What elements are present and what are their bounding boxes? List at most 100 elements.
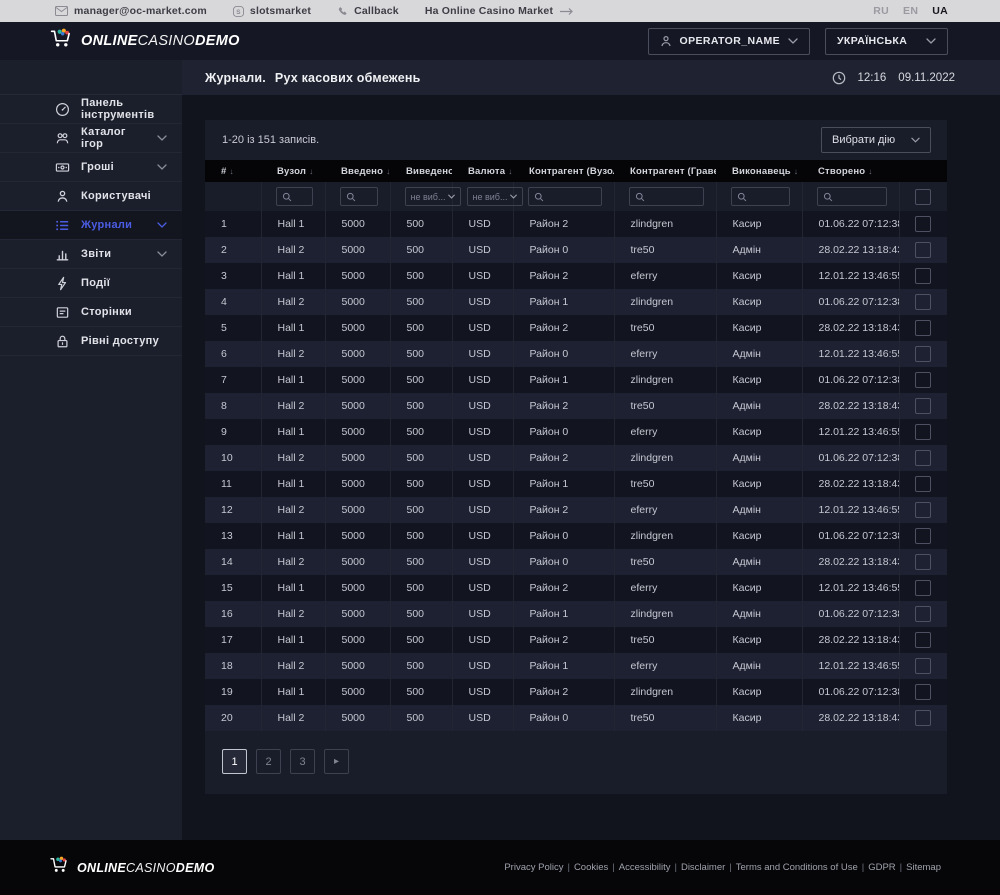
cell-counterparty-player: tre50	[614, 393, 717, 419]
row-checkbox[interactable]	[915, 346, 932, 362]
cell-node: Hall 2	[261, 705, 326, 731]
row-checkbox[interactable]	[915, 710, 932, 726]
language-ru[interactable]: RU	[873, 5, 889, 17]
column-header-executor[interactable]: Виконавець ↓	[716, 160, 802, 182]
sidebar-item-reports[interactable]: Звіти	[0, 240, 182, 269]
counterparty-node-filter-input[interactable]	[547, 191, 596, 202]
column-header-withdrawn[interactable]: Виведено↓	[390, 160, 452, 182]
row-checkbox[interactable]	[915, 554, 932, 570]
cell-currency: USD	[452, 393, 514, 419]
cell-counterparty-node: Район 1	[513, 471, 615, 497]
currency-filter-select[interactable]: не виб...	[466, 187, 524, 207]
action-select[interactable]: Вибрати дію	[821, 127, 931, 153]
cell-node: Hall 2	[261, 289, 326, 315]
column-header-counterparty-node[interactable]: Контрагент (Вузол)↓	[513, 160, 614, 182]
sidebar-item-journals[interactable]: Журнали	[0, 211, 182, 240]
table-row: 5 Hall 1 5000 500 USD Район 2 tre50 Касир 28.02.…	[205, 315, 947, 341]
chevron-down-icon	[157, 164, 167, 170]
executor-filter-input[interactable]	[750, 191, 784, 202]
search-icon	[737, 192, 747, 202]
operator-select[interactable]: OPERATOR_NAME	[647, 27, 810, 55]
footer-logo[interactable]: ONLINECASINODEMO	[48, 855, 214, 880]
footer-link[interactable]: Privacy Policy	[500, 862, 567, 873]
sidebar-item-game-catalog[interactable]: Каталог ігор	[0, 124, 182, 153]
app-logo[interactable]: ONLINECASINODEMO	[48, 27, 240, 55]
cell-node: Hall 1	[261, 419, 326, 445]
cell-deposited: 5000	[325, 393, 391, 419]
cell-executor: Адмін	[716, 497, 803, 523]
cell-counterparty-node: Район 0	[513, 705, 615, 731]
column-header-created[interactable]: Створено ↓	[802, 160, 899, 182]
cell-deposited: 5000	[325, 549, 391, 575]
row-checkbox[interactable]	[915, 476, 932, 492]
row-checkbox[interactable]	[915, 528, 932, 544]
cell-currency: USD	[452, 471, 514, 497]
sidebar-item-money[interactable]: Гроші	[0, 153, 182, 182]
row-checkbox[interactable]	[915, 242, 932, 258]
sidebar-item-dashboard[interactable]: Панель інструментів	[0, 95, 182, 124]
row-checkbox[interactable]	[915, 294, 932, 310]
footer-link[interactable]: Accessibility	[615, 862, 675, 873]
sidebar-item-users[interactable]: Користувачі	[0, 182, 182, 211]
cell-deposited: 5000	[325, 445, 391, 471]
created-filter-input[interactable]	[836, 191, 881, 202]
sidebar-item-events[interactable]: Події	[0, 269, 182, 298]
sidebar-spacer	[0, 60, 182, 95]
row-checkbox[interactable]	[915, 606, 932, 622]
node-filter-input[interactable]	[295, 191, 307, 202]
market-link[interactable]: На Online Casino Market	[425, 5, 574, 17]
counterparty-player-filter-input[interactable]	[648, 191, 698, 202]
select-all-checkbox[interactable]	[915, 188, 932, 205]
cell-select	[899, 237, 947, 263]
skype-link[interactable]: S slotsmarket	[232, 5, 311, 17]
footer-link[interactable]: Terms and Conditions of Use	[732, 862, 862, 873]
row-checkbox[interactable]	[915, 320, 932, 336]
cell-counterparty-node: Район 0	[513, 549, 615, 575]
cell-currency: USD	[452, 575, 514, 601]
column-header-deposited[interactable]: Введено ↓	[325, 160, 390, 182]
row-checkbox[interactable]	[915, 450, 932, 466]
row-checkbox[interactable]	[915, 632, 932, 648]
language-ua[interactable]: UA	[932, 5, 948, 17]
next-page-button[interactable]: ▸	[324, 749, 349, 774]
cell-num: 9	[205, 419, 262, 445]
deposited-filter-input[interactable]	[359, 191, 372, 202]
row-checkbox[interactable]	[915, 216, 932, 232]
column-header-currency[interactable]: Валюта ↓	[452, 160, 513, 182]
sort-icon: ↓	[309, 166, 314, 176]
language-en[interactable]: EN	[903, 5, 918, 17]
sidebar-item-access-levels[interactable]: Рівні доступу	[0, 327, 182, 356]
cell-select	[899, 471, 947, 497]
row-checkbox[interactable]	[915, 424, 932, 440]
cell-withdrawn: 500	[390, 289, 453, 315]
page-button-2[interactable]: 2	[256, 749, 281, 774]
cell-num: 2	[205, 237, 262, 263]
cell-created: 01.06.22 07:12:38	[802, 679, 900, 705]
column-header-num[interactable]: # ↓	[205, 160, 261, 182]
column-header-counterparty-player[interactable]: Контрагент (Гравець)↓	[614, 160, 716, 182]
page-button-3[interactable]: 3	[290, 749, 315, 774]
footer-link[interactable]: Disclaimer	[677, 862, 729, 873]
callback-link[interactable]: Callback	[337, 5, 399, 17]
current-time: 12:16	[857, 71, 887, 84]
cell-created: 01.06.22 07:12:38	[802, 445, 900, 471]
row-checkbox[interactable]	[915, 658, 932, 674]
footer-link[interactable]: GDPR	[864, 862, 899, 873]
footer-link[interactable]: Sitemap	[902, 862, 945, 873]
cell-node: Hall 2	[261, 445, 326, 471]
sidebar-item-label: Гроші	[81, 161, 114, 173]
language-select[interactable]: УКРАЇНСЬКА	[825, 27, 948, 55]
row-checkbox[interactable]	[915, 268, 932, 284]
column-header-node[interactable]: Вузол ↓	[261, 160, 325, 182]
row-checkbox[interactable]	[915, 684, 932, 700]
page-button-1[interactable]: 1	[222, 749, 247, 774]
sidebar-item-pages[interactable]: Сторінки	[0, 298, 182, 327]
row-checkbox[interactable]	[915, 580, 932, 596]
row-checkbox[interactable]	[915, 372, 932, 388]
row-checkbox[interactable]	[915, 398, 932, 414]
row-checkbox[interactable]	[915, 502, 932, 518]
manager-email-link[interactable]: manager@oc-market.com	[55, 5, 207, 17]
footer-link[interactable]: Cookies	[570, 862, 612, 873]
cell-created: 28.02.22 13:18:43	[802, 237, 900, 263]
page-titlebar: Журнали. Рух касових обмежень 12:16 09.1…	[182, 60, 1000, 95]
